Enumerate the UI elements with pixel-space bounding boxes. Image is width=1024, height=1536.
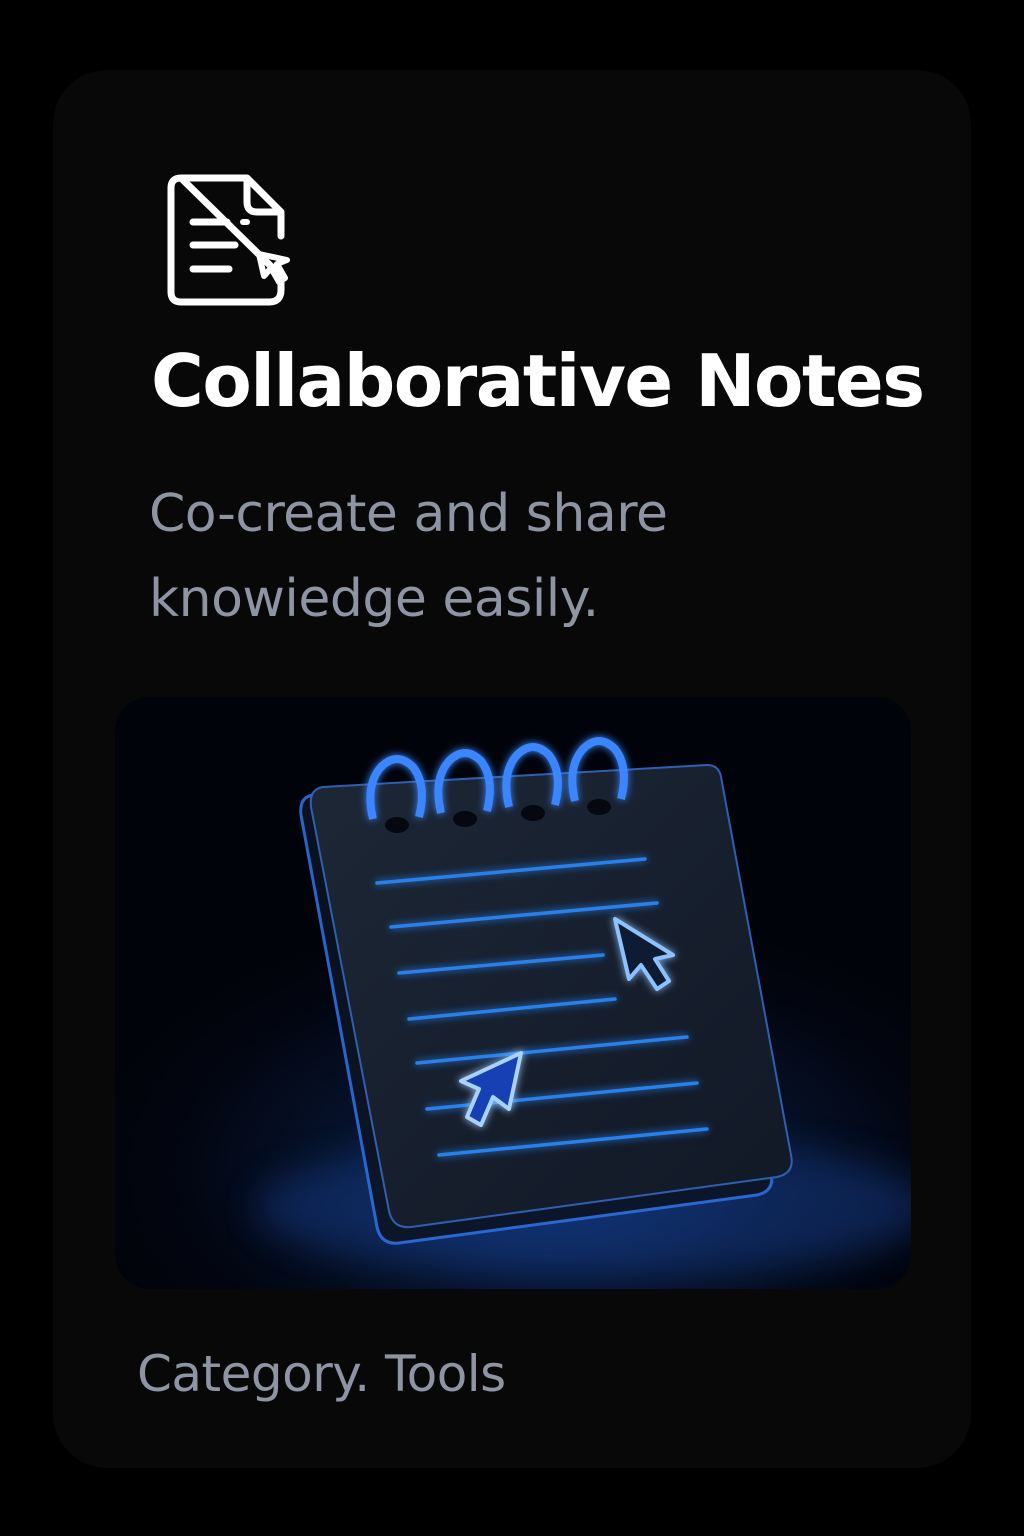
card-title: Collaborative Notes	[151, 339, 925, 423]
card-description: Co-create and share knowiedge easily.	[149, 484, 668, 629]
document-with-cursor-icon	[167, 172, 293, 308]
hero-illustration	[115, 697, 911, 1289]
spiral-notepad-with-cursors-icon	[255, 737, 911, 1277]
feature-card[interactable]: Collaborative Notes Co-create and share …	[53, 70, 971, 1468]
category-label: Category. Tools	[137, 1345, 506, 1403]
